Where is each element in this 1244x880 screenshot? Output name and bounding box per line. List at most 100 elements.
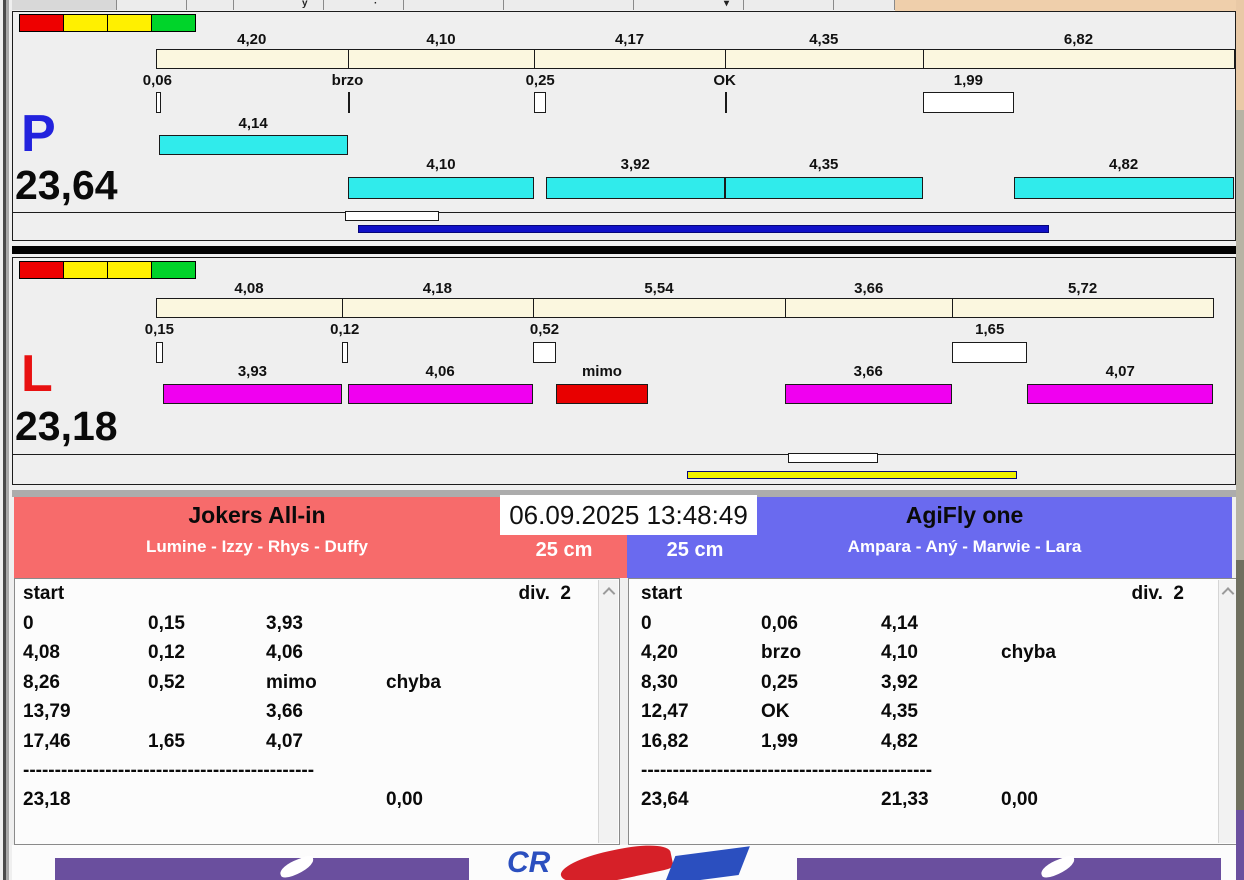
table-cell: 8,26 bbox=[23, 672, 60, 693]
table-cell: 4,10 bbox=[881, 642, 918, 663]
changeover-box-marker bbox=[342, 342, 348, 363]
split-segment bbox=[532, 298, 787, 318]
dog-run-bar bbox=[784, 384, 952, 404]
split-segment bbox=[342, 298, 534, 318]
sponsor-logo-left bbox=[55, 854, 469, 880]
team-members: Lumine - Izzy - Rhys - Duffy bbox=[146, 537, 368, 556]
split-time-label: 5,72 bbox=[1067, 280, 1098, 297]
split-time-label: 3,66 bbox=[854, 280, 884, 297]
dog-run-bar bbox=[347, 177, 535, 199]
results-list-left[interactable]: start div. 2 0 0,15 3,93 4,08 0,12 4,06 8,26 0,52… bbox=[14, 578, 620, 845]
table-cell: 0,15 bbox=[148, 613, 185, 634]
toolbar-tan-area bbox=[895, 0, 1244, 11]
table-cell: chyba bbox=[386, 672, 441, 693]
split-segment bbox=[952, 298, 1214, 318]
dog-run-bar bbox=[1013, 177, 1234, 199]
table-cell: chyba bbox=[1001, 642, 1056, 663]
toolbar-button-cutoff[interactable] bbox=[12, 0, 117, 10]
lane-progress-bar bbox=[358, 225, 1049, 233]
dog-run-bar bbox=[545, 177, 725, 199]
dog-silhouette-icon bbox=[1038, 854, 1078, 880]
toolbar-strip: y · ▾ bbox=[12, 0, 1244, 11]
dog-time-label: 4,07 bbox=[1105, 363, 1135, 380]
table-summary-cell: 23,18 bbox=[23, 789, 71, 810]
status-light bbox=[19, 14, 64, 32]
changeover-box-marker bbox=[156, 342, 163, 363]
split-segment bbox=[156, 298, 344, 318]
lane-L-chart-area: L 23,18 4,08 4,18 5,54 3,66 5,72 0,15 0,12 0,52… bbox=[12, 257, 1236, 455]
table-cell: 4,14 bbox=[881, 613, 918, 634]
changeover-label: 0,52 bbox=[529, 321, 560, 338]
split-segment bbox=[785, 298, 954, 318]
jump-height-label: 25 cm bbox=[666, 539, 724, 561]
chevron-up-icon[interactable] bbox=[602, 587, 615, 600]
split-time-label: 4,17 bbox=[614, 31, 645, 48]
dog-run-bar bbox=[162, 384, 343, 404]
dog-time-label: 4,35 bbox=[809, 156, 839, 173]
team-name: AgiFly one bbox=[905, 502, 1024, 528]
table-scrollbar[interactable] bbox=[1218, 580, 1236, 843]
changeover-box-marker bbox=[952, 342, 1028, 363]
toolbar-button-cutoff[interactable] bbox=[504, 0, 634, 10]
table-cell: 0 bbox=[641, 613, 652, 634]
dog-time-label: 4,82 bbox=[1109, 156, 1139, 173]
position-marker-box bbox=[344, 211, 440, 221]
results-list-right[interactable]: start div. 2 0 0,06 4,14 4,20 brzo 4,10 chyba 8,3… bbox=[628, 578, 1238, 845]
table-cell: 0,52 bbox=[148, 672, 185, 693]
table-cell: 17,46 bbox=[23, 731, 71, 752]
table-scrollbar[interactable] bbox=[598, 580, 618, 843]
table-cell: 0,12 bbox=[148, 642, 185, 663]
window-frame-right bbox=[1236, 0, 1244, 880]
table-cell: 0,06 bbox=[761, 613, 798, 634]
toolbar-button-cutoff[interactable] bbox=[187, 0, 234, 10]
split-time-label: 4,20 bbox=[237, 31, 267, 48]
dog-time-label: 4,10 bbox=[426, 156, 456, 173]
table-cell: 4,20 bbox=[641, 642, 678, 663]
lane-progress-strip bbox=[12, 211, 1236, 241]
status-light bbox=[63, 261, 108, 279]
status-light bbox=[107, 14, 152, 32]
table-header-start: start bbox=[641, 583, 683, 604]
toolbar-button-cutoff[interactable] bbox=[234, 0, 324, 10]
dog-time-label: 4,06 bbox=[425, 363, 455, 380]
toolbar-button-cutoff[interactable] bbox=[404, 0, 504, 10]
split-segment bbox=[922, 49, 1235, 69]
status-light bbox=[107, 261, 152, 279]
toolbar-button-cutoff[interactable] bbox=[117, 0, 187, 10]
changeover-label: 0,06 bbox=[142, 72, 172, 89]
cr-logo-blue-swoosh bbox=[664, 846, 750, 880]
table-cell: 4,06 bbox=[266, 642, 303, 663]
dog-time-label: mimo bbox=[581, 363, 622, 380]
dog-run-bar bbox=[724, 177, 923, 199]
table-dashed-separator: ----------------------------------------… bbox=[23, 760, 315, 781]
dog-silhouette-icon bbox=[277, 854, 317, 880]
toolbar-button-cutoff[interactable] bbox=[744, 0, 834, 10]
split-segment bbox=[724, 49, 924, 69]
split-time-label: 6,82 bbox=[1063, 31, 1094, 48]
table-cell: 3,93 bbox=[266, 613, 303, 634]
lane-P-chart-area: P 23,64 4,20 4,10 4,17 4,35 6,82 0,06 brzo 0,25… bbox=[12, 11, 1236, 213]
status-light bbox=[151, 261, 196, 279]
dog-run-bar bbox=[1027, 384, 1213, 404]
table-cell: 16,82 bbox=[641, 731, 689, 752]
table-header-division: div. 2 bbox=[1131, 583, 1184, 604]
jump-height-label: 25 cm bbox=[535, 539, 593, 561]
split-time-label: 4,18 bbox=[422, 280, 452, 297]
position-marker-box bbox=[788, 453, 878, 463]
dog-time-label: 3,66 bbox=[853, 363, 883, 380]
toolbar-button-cutoff[interactable] bbox=[834, 0, 895, 10]
toolbar-button-cutoff[interactable] bbox=[324, 0, 404, 10]
table-cell: 3,92 bbox=[881, 672, 918, 693]
changeover-tick-marker bbox=[347, 92, 350, 113]
split-time-label: 4,10 bbox=[426, 31, 456, 48]
table-cell: 3,66 bbox=[266, 701, 303, 722]
split-time-label: 4,35 bbox=[809, 31, 839, 48]
changeover-tick-marker bbox=[724, 92, 727, 113]
sponsor-logo-right bbox=[797, 854, 1221, 880]
table-cell: 0,25 bbox=[761, 672, 798, 693]
table-cell: brzo bbox=[761, 642, 802, 663]
table-cell: 1,65 bbox=[148, 731, 185, 752]
dog-time-label: 3,93 bbox=[237, 363, 268, 380]
table-cell: 12,47 bbox=[641, 701, 689, 722]
chevron-up-icon[interactable] bbox=[1221, 587, 1234, 600]
